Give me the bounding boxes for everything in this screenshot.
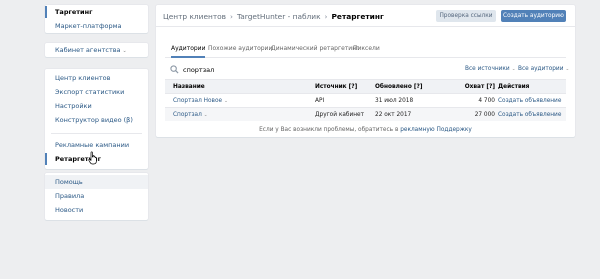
- create-ad-link[interactable]: Создать объявление: [498, 108, 561, 122]
- sidebar-item-news[interactable]: Новости: [45, 203, 148, 217]
- audiences-filter[interactable]: Все аудитории ⌄: [518, 66, 569, 72]
- hand-cursor-icon: [88, 151, 97, 165]
- tab-dynamic-retargeting[interactable]: Динамический ретаргетинг: [271, 45, 359, 58]
- audience-reach: 27 000: [474, 112, 495, 118]
- create-audience-button[interactable]: Создать аудиторию: [501, 10, 566, 22]
- breadcrumb-separator: ›: [230, 12, 233, 21]
- sidebar-item-label: Кабинет агентства: [55, 46, 121, 54]
- breadcrumb: Центр клиентов › TargetHunter - паблик › Рет…: [163, 12, 384, 21]
- sidebar-item-settings[interactable]: Настройки: [45, 99, 148, 113]
- sidebar-group-targeting: Таргетинг Маркет-платформа: [45, 5, 148, 33]
- audience-updated: 22 окт 2017: [375, 112, 412, 118]
- table-header-row: Название Источник [?] Обновлено [?] Охва…: [165, 79, 566, 93]
- support-note: Если у Вас возникли проблемы, обратитесь…: [156, 127, 575, 133]
- sidebar-item-label: Настройки: [55, 102, 92, 110]
- sidebar-group-help: Помощь Правила Новости: [45, 173, 148, 220]
- page-title: Ретаргетинг: [331, 12, 384, 21]
- audience-name: Спортзал: [173, 112, 202, 118]
- sidebar-item-client-center[interactable]: Центр клиентов: [45, 71, 148, 85]
- sidebar-group-agency: Кабинет агентства ⌄: [45, 43, 148, 57]
- search-input[interactable]: [183, 64, 383, 75]
- audience-source: API: [315, 98, 325, 104]
- sidebar-item-rules[interactable]: Правила: [45, 189, 148, 203]
- sidebar-item-ad-campaigns[interactable]: Рекламные кампании: [45, 138, 148, 152]
- support-note-text: Если у Вас возникли проблемы, обратитесь…: [259, 127, 401, 133]
- tab-lookalike[interactable]: Похожие аудитории: [208, 45, 272, 58]
- sidebar-item-targeting[interactable]: Таргетинг: [45, 5, 148, 19]
- sidebar-item-label: Рекламные кампании: [55, 141, 130, 149]
- search-icon: [170, 65, 179, 74]
- create-ad-link[interactable]: Создать объявление: [498, 94, 561, 108]
- sidebar-item-label: Правила: [55, 192, 85, 200]
- column-header-reach[interactable]: Охват [?]: [445, 80, 495, 94]
- sources-filter[interactable]: Все источники ⌄: [465, 66, 515, 72]
- sidebar-item-label: Экспорт статистики: [55, 88, 125, 96]
- sidebar-item-export-stats[interactable]: Экспорт статистики: [45, 85, 148, 99]
- tab-pixels[interactable]: Пиксели: [353, 45, 380, 58]
- search-row: Все источники⌄ Все аудитории⌄: [165, 62, 569, 77]
- audience-name: Спортзал Новое: [173, 98, 223, 104]
- sidebar-item-agency-cabinet[interactable]: Кабинет агентства ⌄: [45, 43, 148, 57]
- audiences-filter-label: Все аудитории: [518, 66, 564, 72]
- chevron-down-icon: ⌄: [122, 48, 127, 54]
- breadcrumb-separator: ›: [324, 12, 328, 21]
- sidebar-item-label: Конструктор видео (β): [55, 116, 133, 124]
- sources-filter-label: Все источники: [465, 66, 510, 72]
- audience-source: Другой кабинет: [315, 112, 364, 118]
- tab-audiences[interactable]: Аудитории: [171, 45, 206, 58]
- chevron-down-icon: ⌄: [203, 113, 208, 118]
- main-panel: Центр клиентов › TargetHunter - паблик › Рет…: [156, 5, 575, 137]
- sidebar-item-label: Новости: [55, 206, 84, 214]
- sidebar-item-label: Помощь: [55, 178, 83, 186]
- chevron-down-icon: ⌄: [511, 67, 516, 72]
- audience-updated: 31 июл 2018: [375, 98, 414, 104]
- page-header: Центр клиентов › TargetHunter - паблик › Рет…: [156, 5, 575, 27]
- breadcrumb-client-center[interactable]: Центр клиентов: [163, 12, 226, 21]
- support-link[interactable]: рекламную Поддержку: [400, 127, 472, 133]
- chevron-down-icon: ⌄: [224, 99, 228, 104]
- column-header-updated[interactable]: Обновлено [?]: [375, 80, 422, 94]
- sidebar-item-market-platform[interactable]: Маркет-платформа: [45, 19, 148, 33]
- breadcrumb-client[interactable]: TargetHunter - паблик: [237, 12, 321, 21]
- check-link-button[interactable]: Проверка ссылки: [436, 10, 496, 22]
- sidebar-item-video-constructor[interactable]: Конструктор видео (β): [45, 113, 148, 127]
- sidebar-item-label: Центр клиентов: [55, 74, 111, 82]
- column-header-name: Название: [173, 84, 205, 90]
- audience-name-link[interactable]: Спортзал ⌄: [173, 108, 208, 123]
- sidebar-divider: [51, 127, 142, 134]
- column-header-source[interactable]: Источник [?]: [315, 80, 357, 94]
- sidebar-item-label: Таргетинг: [55, 8, 93, 16]
- table-row: Спортзал Новое ⌄ API 31 июл 2018 4 700 Со…: [165, 93, 566, 107]
- audiences-table: Название Источник [?] Обновлено [?] Охва…: [165, 79, 566, 121]
- sidebar-item-help[interactable]: Помощь: [45, 175, 148, 189]
- chevron-down-icon: ⌄: [565, 67, 570, 72]
- sidebar-item-label: Маркет-платформа: [55, 22, 122, 30]
- table-row: Спортзал ⌄ Другой кабинет 22 окт 2017 27 …: [165, 107, 566, 121]
- column-header-actions: Действия: [498, 84, 530, 90]
- tabs-bar: Аудитории Похожие аудитории Динамический…: [165, 42, 566, 58]
- audience-reach: 4 700: [478, 98, 495, 104]
